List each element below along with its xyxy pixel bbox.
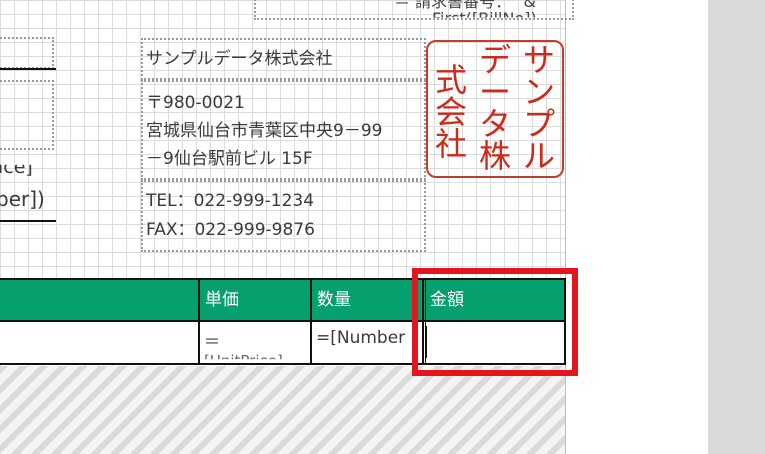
amount-column-highlight bbox=[412, 268, 578, 376]
quantity-expression: =[Number bbox=[316, 328, 406, 348]
left-underline-bottom bbox=[0, 220, 56, 222]
company-seal-stamp[interactable]: 式 会 社 デ ー タ 株 サ ン プ ル bbox=[426, 40, 564, 178]
design-surface-background bbox=[708, 0, 765, 454]
stamp-column-middle: デ ー タ 株 bbox=[478, 41, 511, 175]
quantity-header-label: 数量 bbox=[317, 290, 351, 310]
company-fax: FAX：022-999-9876 bbox=[146, 220, 315, 240]
company-address-line2: －9仙台駅前ビル 15F bbox=[146, 149, 313, 169]
table-header-quantity[interactable]: 数量 bbox=[311, 280, 422, 320]
company-postal-code: 〒980-0021 bbox=[146, 93, 245, 113]
stamp-column-right: サ ン プ ル bbox=[522, 41, 555, 175]
company-name: サンプルデータ株式会社 bbox=[146, 49, 333, 69]
canvas-margin bbox=[565, 0, 708, 454]
table-divider-1 bbox=[198, 278, 200, 365]
unit-price-header-label: 単価 bbox=[205, 290, 239, 310]
stamp-column-left: 式 会 社 bbox=[434, 61, 467, 163]
company-address-line1: 宮城県仙台市青葉区中央9－99 bbox=[146, 121, 383, 141]
table-cell-description[interactable] bbox=[0, 320, 198, 364]
out-of-page-hatched-area bbox=[0, 366, 565, 454]
unit-price-expression: ＝ bbox=[204, 332, 221, 351]
company-tel: TEL：022-999-1234 bbox=[146, 191, 315, 211]
table-header-unit-price[interactable]: 単価 bbox=[199, 280, 310, 320]
left-number-fragment: ber]) bbox=[0, 187, 45, 211]
table-divider-2 bbox=[310, 278, 312, 365]
left-underline-top bbox=[0, 68, 56, 70]
left-textbox-top[interactable] bbox=[0, 37, 54, 69]
table-header-description[interactable] bbox=[0, 280, 198, 320]
left-textbox-middle[interactable] bbox=[0, 80, 54, 150]
page-right-edge bbox=[565, 0, 566, 454]
